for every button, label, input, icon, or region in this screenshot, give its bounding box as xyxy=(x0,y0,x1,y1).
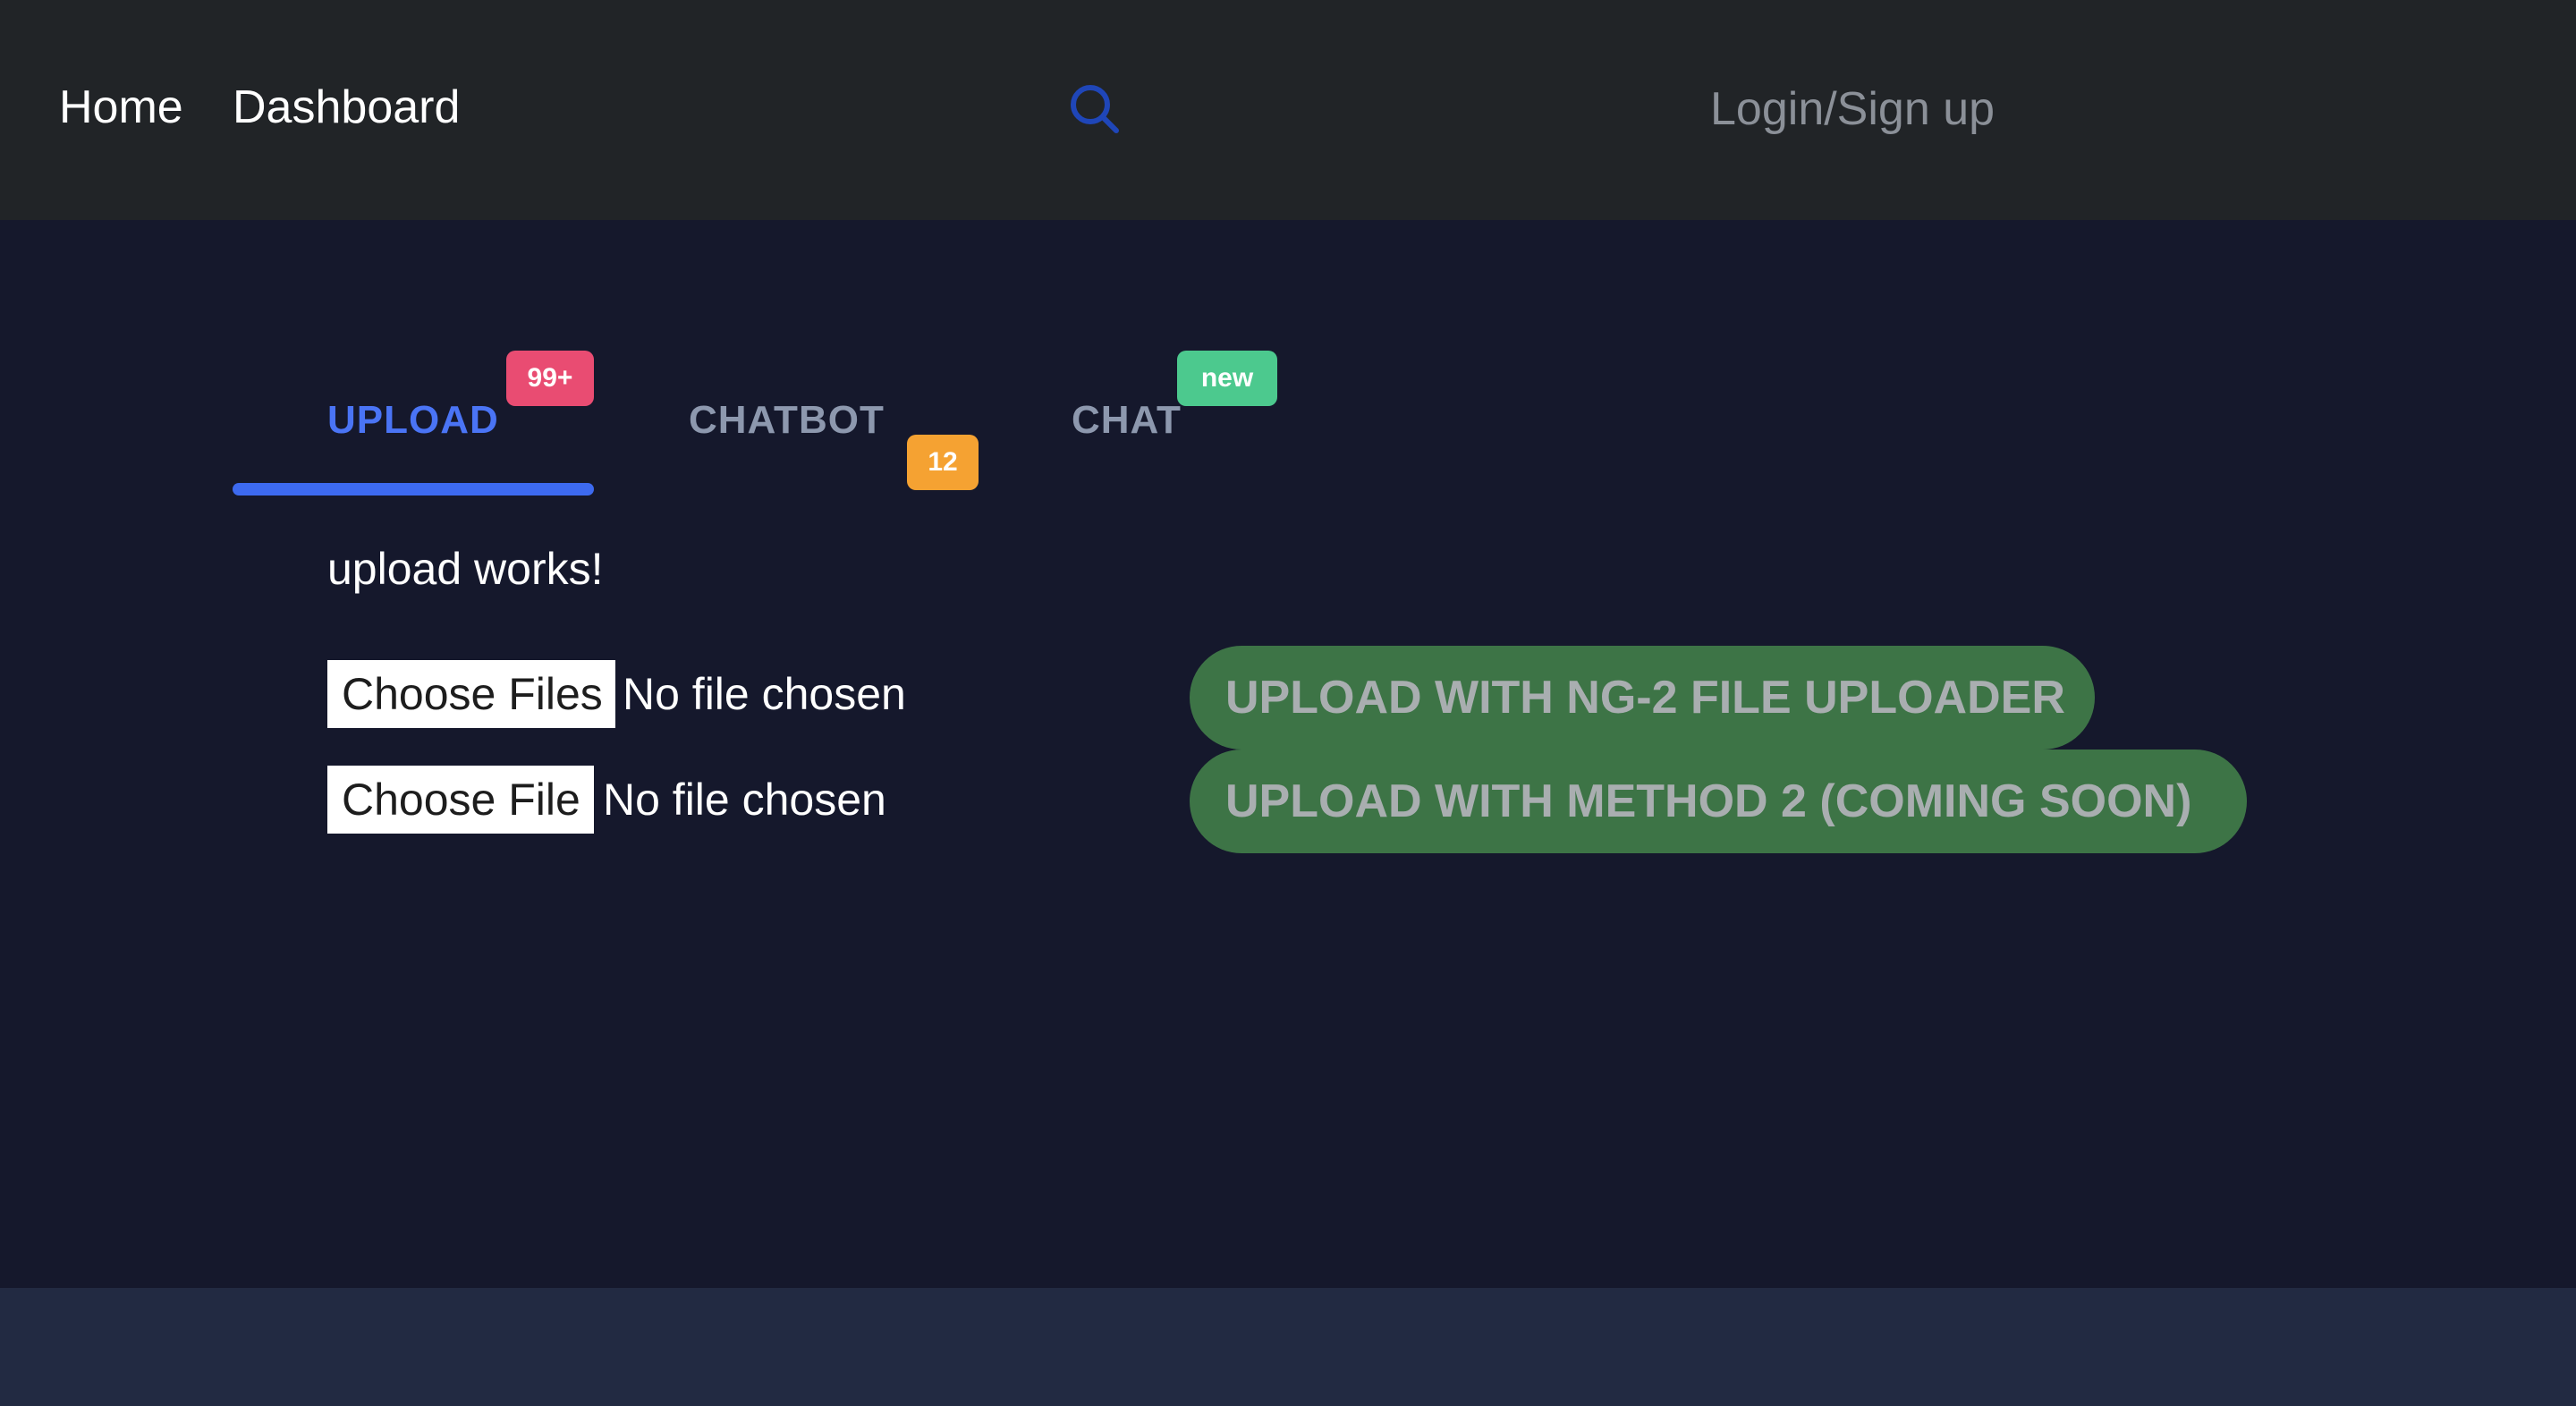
chatbot-count-badge: 12 xyxy=(907,435,979,490)
login-signup-link[interactable]: Login/Sign up xyxy=(1710,77,1995,141)
upload-status-text: upload works! xyxy=(327,544,604,594)
tab-chatbot[interactable]: CHATBOT xyxy=(689,392,885,449)
upload-ng2-button[interactable]: UPLOAD WITH NG-2 FILE UPLOADER xyxy=(1190,646,2095,750)
tab-upload[interactable]: UPLOAD xyxy=(327,392,499,449)
choose-files-button[interactable]: Choose Files xyxy=(327,660,615,728)
chat-new-badge: new xyxy=(1177,351,1277,406)
multi-file-status: No file chosen xyxy=(623,669,906,719)
upload-count-badge: 99+ xyxy=(506,351,594,406)
top-navbar: Home Dashboard Login/Sign up xyxy=(0,0,2576,220)
footer xyxy=(0,1288,2576,1406)
upload-method2-button[interactable]: UPLOAD WITH METHOD 2 (COMING SOON) xyxy=(1190,750,2247,853)
search-icon[interactable] xyxy=(1068,82,1122,136)
choose-file-button[interactable]: Choose File xyxy=(327,766,594,834)
nav-home-link[interactable]: Home xyxy=(59,75,183,140)
active-tab-indicator xyxy=(233,483,594,495)
single-file-status: No file chosen xyxy=(603,775,886,825)
tab-chat[interactable]: CHAT xyxy=(1072,392,1182,449)
nav-dashboard-link[interactable]: Dashboard xyxy=(233,75,460,140)
